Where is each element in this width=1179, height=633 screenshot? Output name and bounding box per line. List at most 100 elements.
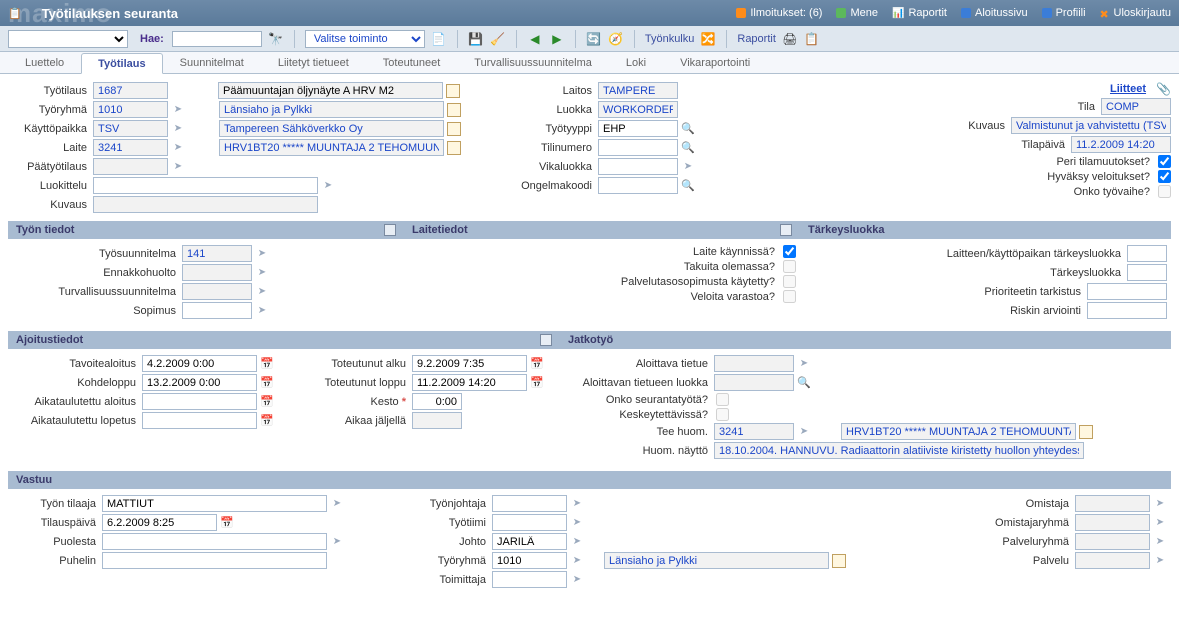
binoculars-icon[interactable]: 🔭 [268, 31, 284, 47]
asset-input[interactable] [93, 139, 168, 156]
goto-icon[interactable] [171, 160, 185, 174]
workorder-desc-input[interactable] [218, 82, 443, 99]
servicegroup-input[interactable] [1075, 533, 1150, 550]
priority-justify-input[interactable] [1087, 283, 1167, 300]
save-icon[interactable]: 💾 [468, 31, 484, 47]
accept-charges-check[interactable] [1158, 170, 1171, 183]
quick-select[interactable] [8, 30, 128, 48]
problemcode-input[interactable] [598, 177, 678, 194]
logout-link[interactable]: ✖Uloskirjautu [1100, 7, 1171, 19]
report-date-input[interactable] [102, 514, 217, 531]
tab-related[interactable]: Liitetyt tietueet [261, 52, 366, 73]
calendar-icon[interactable] [260, 376, 274, 390]
target-finish-input[interactable] [142, 374, 257, 391]
onbehalf-input[interactable] [102, 533, 327, 550]
actual-finish-input[interactable] [412, 374, 527, 391]
profile-link[interactable]: Profiili [1042, 7, 1086, 19]
lookup-icon[interactable] [681, 122, 695, 136]
find-input[interactable] [172, 31, 262, 47]
crew2-input[interactable] [492, 514, 567, 531]
calendar-icon[interactable] [260, 357, 274, 371]
orig-record-input[interactable] [714, 355, 794, 372]
description-input[interactable] [93, 196, 318, 213]
goto-icon[interactable] [321, 179, 335, 193]
owner-input[interactable] [1075, 495, 1150, 512]
vendor-input[interactable] [492, 571, 567, 588]
worktype-input[interactable] [598, 120, 678, 137]
tab-plans[interactable]: Suunnitelmat [163, 52, 261, 73]
goto-icon[interactable] [330, 535, 344, 549]
make-remark-desc-input[interactable] [841, 423, 1076, 440]
goto-icon[interactable] [681, 160, 695, 174]
lookup-icon[interactable] [797, 376, 811, 390]
parent-wo-input[interactable] [93, 158, 168, 175]
tab-actuals[interactable]: Toteutuneet [366, 52, 458, 73]
goto-icon[interactable] [1153, 535, 1167, 549]
class-input[interactable] [598, 101, 678, 118]
goto-icon[interactable] [1153, 516, 1167, 530]
assetloc-priority-input[interactable] [1127, 245, 1167, 262]
status-input[interactable] [1101, 98, 1171, 115]
longdesc-icon[interactable] [1079, 425, 1093, 439]
workflow-icon[interactable]: 🔀 [700, 31, 716, 47]
status-desc-input[interactable] [1011, 117, 1171, 134]
actual-start-input[interactable] [412, 355, 527, 372]
sched-finish-input[interactable] [142, 412, 257, 429]
next-record-icon[interactable]: ▶ [549, 31, 565, 47]
target-start-input[interactable] [142, 355, 257, 372]
status-date-input[interactable] [1071, 136, 1171, 153]
safetyplan-input[interactable] [182, 283, 252, 300]
workflow-link[interactable]: Työnkulku [645, 33, 695, 45]
goto-icon[interactable] [570, 497, 584, 511]
location-input[interactable] [93, 120, 168, 137]
goto-icon[interactable] [171, 141, 185, 155]
asset-up-check[interactable] [783, 245, 796, 258]
asset-desc-input[interactable] [219, 139, 444, 156]
phone-input[interactable] [102, 552, 327, 569]
duration-input[interactable] [412, 393, 462, 410]
calendar-icon[interactable] [530, 376, 544, 390]
sched-start-input[interactable] [142, 393, 257, 410]
toolbar-reports-link[interactable]: Raportit [737, 33, 776, 45]
pm-input[interactable] [182, 264, 252, 281]
remark-display-input[interactable] [714, 442, 1084, 459]
site-input[interactable] [598, 82, 678, 99]
calendar-icon[interactable] [530, 357, 544, 371]
workgroup-desc-input[interactable] [604, 552, 829, 569]
calendar-icon[interactable] [260, 395, 274, 409]
longdesc-icon[interactable] [447, 141, 461, 155]
crew-desc-input[interactable] [219, 101, 444, 118]
tab-log[interactable]: Loki [609, 52, 663, 73]
goto-icon[interactable] [1153, 554, 1167, 568]
goto-icon[interactable] [570, 516, 584, 530]
workorder-input[interactable] [93, 82, 168, 99]
attachments-link[interactable]: Liitteet [1110, 83, 1146, 95]
failureclass-input[interactable] [598, 158, 678, 175]
calendar-icon[interactable] [220, 516, 234, 530]
goto-icon[interactable] [255, 285, 269, 299]
goto-icon[interactable] [797, 425, 811, 439]
goto-icon[interactable] [570, 573, 584, 587]
goto-icon[interactable] [570, 535, 584, 549]
section-toggle-icon[interactable] [384, 224, 396, 236]
longdesc-icon[interactable] [447, 103, 461, 117]
goto-icon[interactable] [171, 103, 185, 117]
reported-by-input[interactable] [102, 495, 327, 512]
goto-icon[interactable] [330, 497, 344, 511]
orig-class-input[interactable] [714, 374, 794, 391]
clear-icon[interactable]: 🧹 [490, 31, 506, 47]
ownergroup-input[interactable] [1075, 514, 1150, 531]
goto-link[interactable]: Mene [836, 7, 878, 19]
make-remark-input[interactable] [714, 423, 794, 440]
risk-input[interactable] [1087, 302, 1167, 319]
glaccount-input[interactable] [598, 139, 678, 156]
action-select[interactable]: Valitse toiminto [305, 30, 425, 48]
prev-record-icon[interactable]: ◀ [527, 31, 543, 47]
goto-icon[interactable] [570, 554, 584, 568]
contract-input[interactable] [182, 302, 252, 319]
time-remaining-input[interactable] [412, 412, 462, 429]
goto-icon[interactable] [797, 357, 811, 371]
workgroup-input[interactable] [492, 552, 567, 569]
tab-safety[interactable]: Turvallisuussuunnitelma [457, 52, 609, 73]
reports-link[interactable]: Raportit [892, 7, 947, 19]
